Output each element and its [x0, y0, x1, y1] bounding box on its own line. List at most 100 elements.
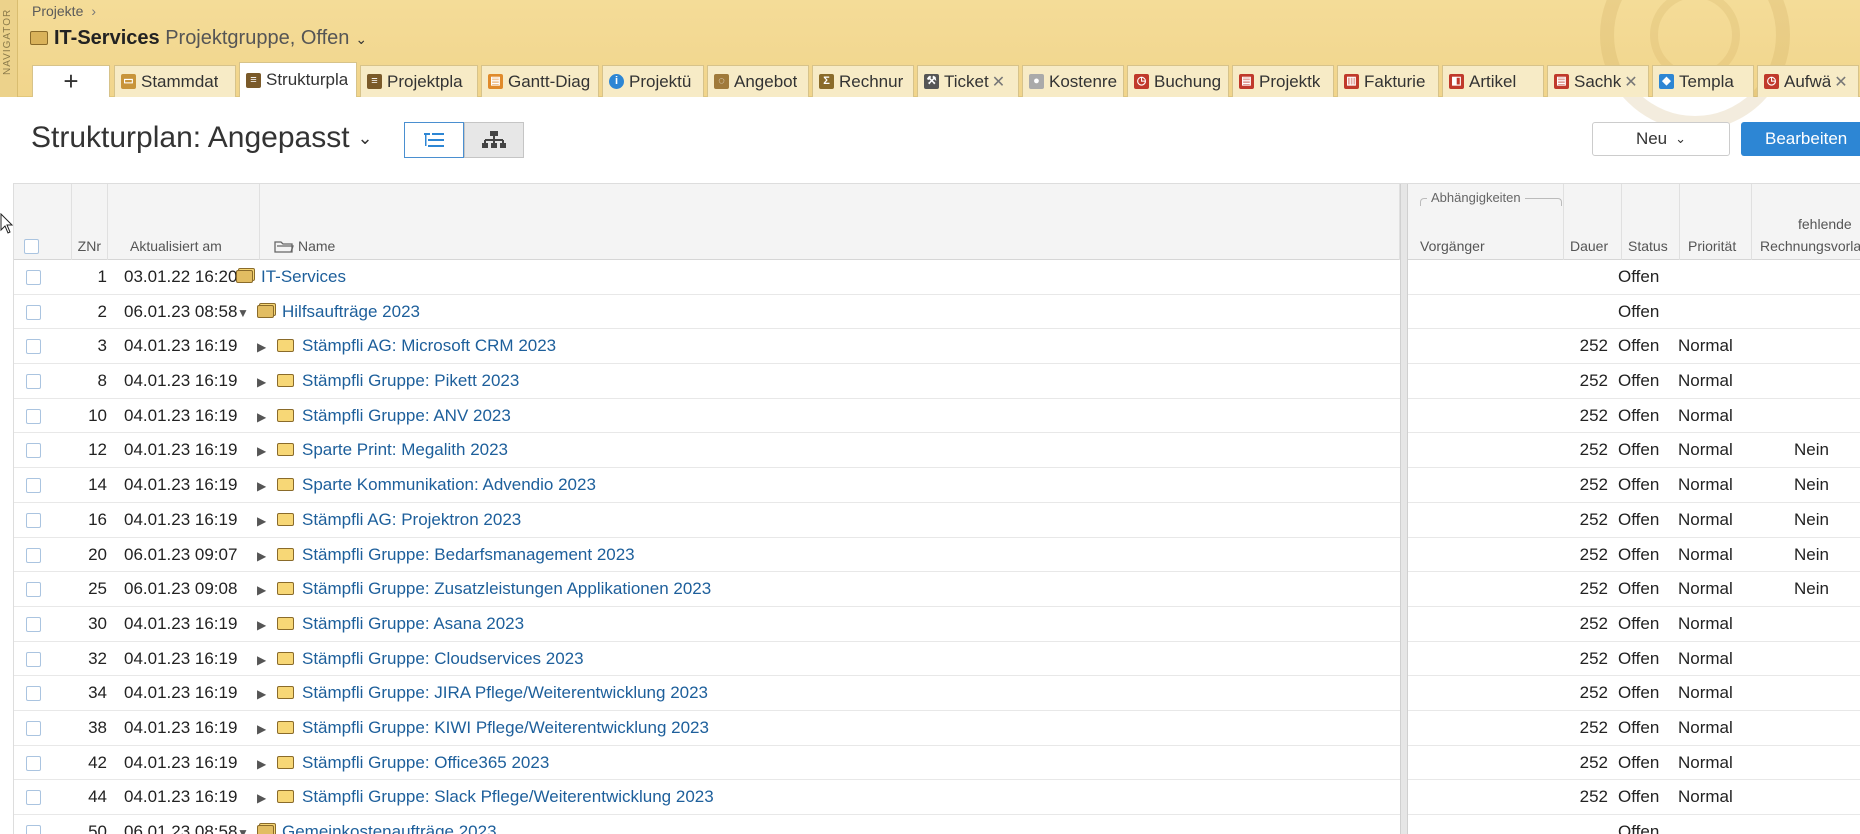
row-name-link[interactable]: IT-Services [261, 267, 346, 286]
row-number: 20 [88, 544, 107, 564]
tab-6[interactable]: Σ Rechnur [812, 65, 914, 97]
row-name-link[interactable]: Stämpfli Gruppe: Bedarfsmanagement 2023 [302, 545, 635, 564]
navigator-toggle[interactable]: NAVIGATOR [0, 0, 18, 97]
table-row[interactable]: 50 06.01.23 08:58 ▼ Gemeinkostenaufträge 20… [14, 815, 1860, 834]
expand-arrow-icon[interactable]: ▶ [257, 330, 271, 364]
row-number: 44 [88, 787, 107, 807]
row-duration: 252 [1579, 336, 1608, 356]
new-button[interactable]: Neu ⌄ [1592, 122, 1730, 156]
collapse-arrow-icon[interactable]: ▼ [237, 816, 251, 834]
chevron-down-icon[interactable]: ⌄ [355, 31, 367, 47]
table-row[interactable]: 42 04.01.23 16:19 ▶ Stämpfli Gruppe: Office… [14, 746, 1860, 781]
column-header-missing-invoice[interactable]: fehlende Rechnungsvorla [1752, 184, 1860, 260]
row-number: 16 [88, 509, 107, 529]
table-row[interactable]: 38 04.01.23 16:19 ▶ Stämpfli Gruppe: KIWI P… [14, 711, 1860, 746]
row-status: Offen [1618, 267, 1660, 286]
row-name-cell: IT-Services [236, 260, 346, 294]
row-name-link[interactable]: Stämpfli Gruppe: KIWI Pflege/Weiterentwi… [302, 718, 709, 737]
table-row[interactable]: 34 04.01.23 16:19 ▶ Stämpfli Gruppe: JIRA P… [14, 676, 1860, 711]
expand-arrow-icon[interactable]: ▶ [257, 573, 271, 607]
expand-arrow-icon[interactable]: ▶ [257, 469, 271, 503]
clock-icon: ◷ [1134, 74, 1149, 89]
close-icon[interactable]: ✕ [1834, 72, 1847, 92]
row-name-link[interactable]: Stämpfli Gruppe: Pikett 2023 [302, 371, 519, 390]
column-header-znr[interactable]: ZNr [72, 184, 108, 260]
table-row[interactable]: 8 04.01.23 16:19 ▶ Stämpfli Gruppe: Pikett … [14, 364, 1860, 399]
table-row[interactable]: 32 04.01.23 16:19 ▶ Stämpfli Gruppe: Clouds… [14, 642, 1860, 677]
expand-arrow-icon[interactable]: ▶ [257, 434, 271, 468]
select-all-checkbox[interactable] [24, 239, 39, 254]
expand-arrow-icon[interactable]: ▶ [257, 400, 271, 434]
row-name-link[interactable]: Stämpfli Gruppe: JIRA Pflege/Weiterentwi… [302, 683, 708, 702]
tab-9[interactable]: ◷ Buchung [1127, 65, 1229, 97]
tab-3[interactable]: ▤ Gantt-Diag [481, 65, 599, 97]
expand-arrow-icon[interactable]: ▶ [257, 365, 271, 399]
row-name-link[interactable]: Hilfsaufträge 2023 [282, 302, 420, 321]
chevron-down-icon[interactable]: ⌄ [358, 128, 373, 148]
expand-arrow-icon[interactable]: ▶ [257, 712, 271, 746]
column-header-dauer[interactable]: Dauer [1564, 184, 1622, 260]
row-name-link[interactable]: Stämpfli Gruppe: Zusatzleistungen Applik… [302, 579, 711, 598]
tab-11[interactable]: ▥ Fakturie [1337, 65, 1439, 97]
row-name-link[interactable]: Sparte Kommunikation: Advendio 2023 [302, 475, 596, 494]
expand-arrow-icon[interactable]: ▶ [257, 781, 271, 815]
tab-14[interactable]: ◆ Templa [1652, 65, 1754, 97]
expand-arrow-icon[interactable]: ▶ [257, 539, 271, 573]
column-header-priority[interactable]: Priorität [1680, 184, 1752, 260]
tab-10[interactable]: ▤ Projektk [1232, 65, 1334, 97]
row-name-link[interactable]: Stämpfli Gruppe: Office365 2023 [302, 753, 549, 772]
tab-12[interactable]: ◧ Artikel [1442, 65, 1544, 97]
breadcrumb-item[interactable]: Projekte [32, 3, 83, 19]
row-name-link[interactable]: Stämpfli Gruppe: ANV 2023 [302, 406, 511, 425]
column-header-name[interactable]: Name [260, 184, 1400, 260]
tab-7[interactable]: ⚒ Ticket ✕ [917, 65, 1019, 97]
row-name-link[interactable]: Stämpfli Gruppe: Slack Pflege/Weiterentw… [302, 787, 714, 806]
column-header-updated[interactable]: Aktualisiert am [108, 184, 260, 260]
table-row[interactable]: 25 06.01.23 09:08 ▶ Stämpfli Gruppe: Zusatz… [14, 572, 1860, 607]
edit-button[interactable]: Bearbeiten [1741, 122, 1860, 156]
table-row[interactable]: 14 04.01.23 16:19 ▶ Sparte Kommunikation: A… [14, 468, 1860, 503]
row-name-link[interactable]: Stämpfli Gruppe: Asana 2023 [302, 614, 524, 633]
project-title[interactable]: IT-Services Projektgruppe, Offen ⌄ [30, 27, 367, 50]
page-title[interactable]: Strukturplan: Angepasst ⌄ [31, 121, 373, 155]
table-row[interactable]: 1 03.01.22 16:20 IT-Services Offen [14, 260, 1860, 295]
table-row[interactable]: 3 04.01.23 16:19 ▶ Stämpfli AG: Microsoft C… [14, 329, 1860, 365]
tab-1[interactable]: ≡ Strukturpla [239, 62, 357, 97]
tab-13[interactable]: ▤ Sachk ✕ [1547, 65, 1649, 97]
expand-arrow-icon[interactable]: ▶ [257, 504, 271, 538]
table-row[interactable]: 16 04.01.23 16:19 ▶ Stämpfli AG: Projektron… [14, 503, 1860, 538]
row-name-link[interactable]: Stämpfli AG: Microsoft CRM 2023 [302, 336, 556, 355]
column-header-status[interactable]: Status [1622, 184, 1680, 260]
table-row[interactable]: 10 04.01.23 16:19 ▶ Stämpfli Gruppe: ANV 20… [14, 399, 1860, 434]
project-group-icon [257, 825, 274, 834]
table-row[interactable]: 30 04.01.23 16:19 ▶ Stämpfli Gruppe: Asana … [14, 607, 1860, 642]
table-row[interactable]: 44 04.01.23 16:19 ▶ Stämpfli Gruppe: Slack … [14, 780, 1860, 815]
org-chart-view-button[interactable] [464, 122, 524, 158]
pane-splitter[interactable] [1400, 184, 1408, 834]
row-name-link[interactable]: Sparte Print: Megalith 2023 [302, 440, 508, 459]
list-view-button[interactable] [404, 122, 464, 158]
table-row[interactable]: 2 06.01.23 08:58 ▼ Hilfsaufträge 2023 Offen [14, 295, 1860, 330]
expand-arrow-icon[interactable]: ▶ [257, 677, 271, 711]
tab-0[interactable]: ▭ Stammdat [114, 65, 236, 97]
close-icon[interactable]: ✕ [1624, 72, 1637, 92]
close-icon[interactable]: ✕ [992, 72, 1005, 92]
expand-arrow-icon[interactable]: ▶ [257, 747, 271, 781]
table-row[interactable]: 12 04.01.23 16:19 ▶ Sparte Print: Megalith … [14, 433, 1860, 469]
tab-8[interactable]: ● Kostenre [1022, 65, 1124, 97]
tab-2[interactable]: ≡ Projektpla [360, 65, 478, 97]
expand-arrow-icon[interactable]: ▶ [257, 643, 271, 677]
row-name-link[interactable]: Gemeinkostenaufträge 2023 [282, 822, 497, 834]
row-name-link[interactable]: Stämpfli AG: Projektron 2023 [302, 510, 521, 529]
row-name-link[interactable]: Stämpfli Gruppe: Cloudservices 2023 [302, 649, 584, 668]
row-updated: 04.01.23 16:19 [124, 648, 238, 668]
table-row[interactable]: 20 06.01.23 09:07 ▶ Stämpfli Gruppe: Bedarf… [14, 538, 1860, 573]
row-priority: Normal [1678, 717, 1733, 737]
project-group-icon [257, 304, 274, 318]
tab-15[interactable]: ◷ Aufwä ✕ [1757, 65, 1859, 97]
collapse-arrow-icon[interactable]: ▼ [237, 296, 251, 330]
add-tab-button[interactable]: + [32, 65, 110, 97]
expand-arrow-icon[interactable]: ▶ [257, 608, 271, 642]
tab-5[interactable]: ◌ Angebot [707, 65, 809, 97]
tab-4[interactable]: i Projektü [602, 65, 704, 97]
